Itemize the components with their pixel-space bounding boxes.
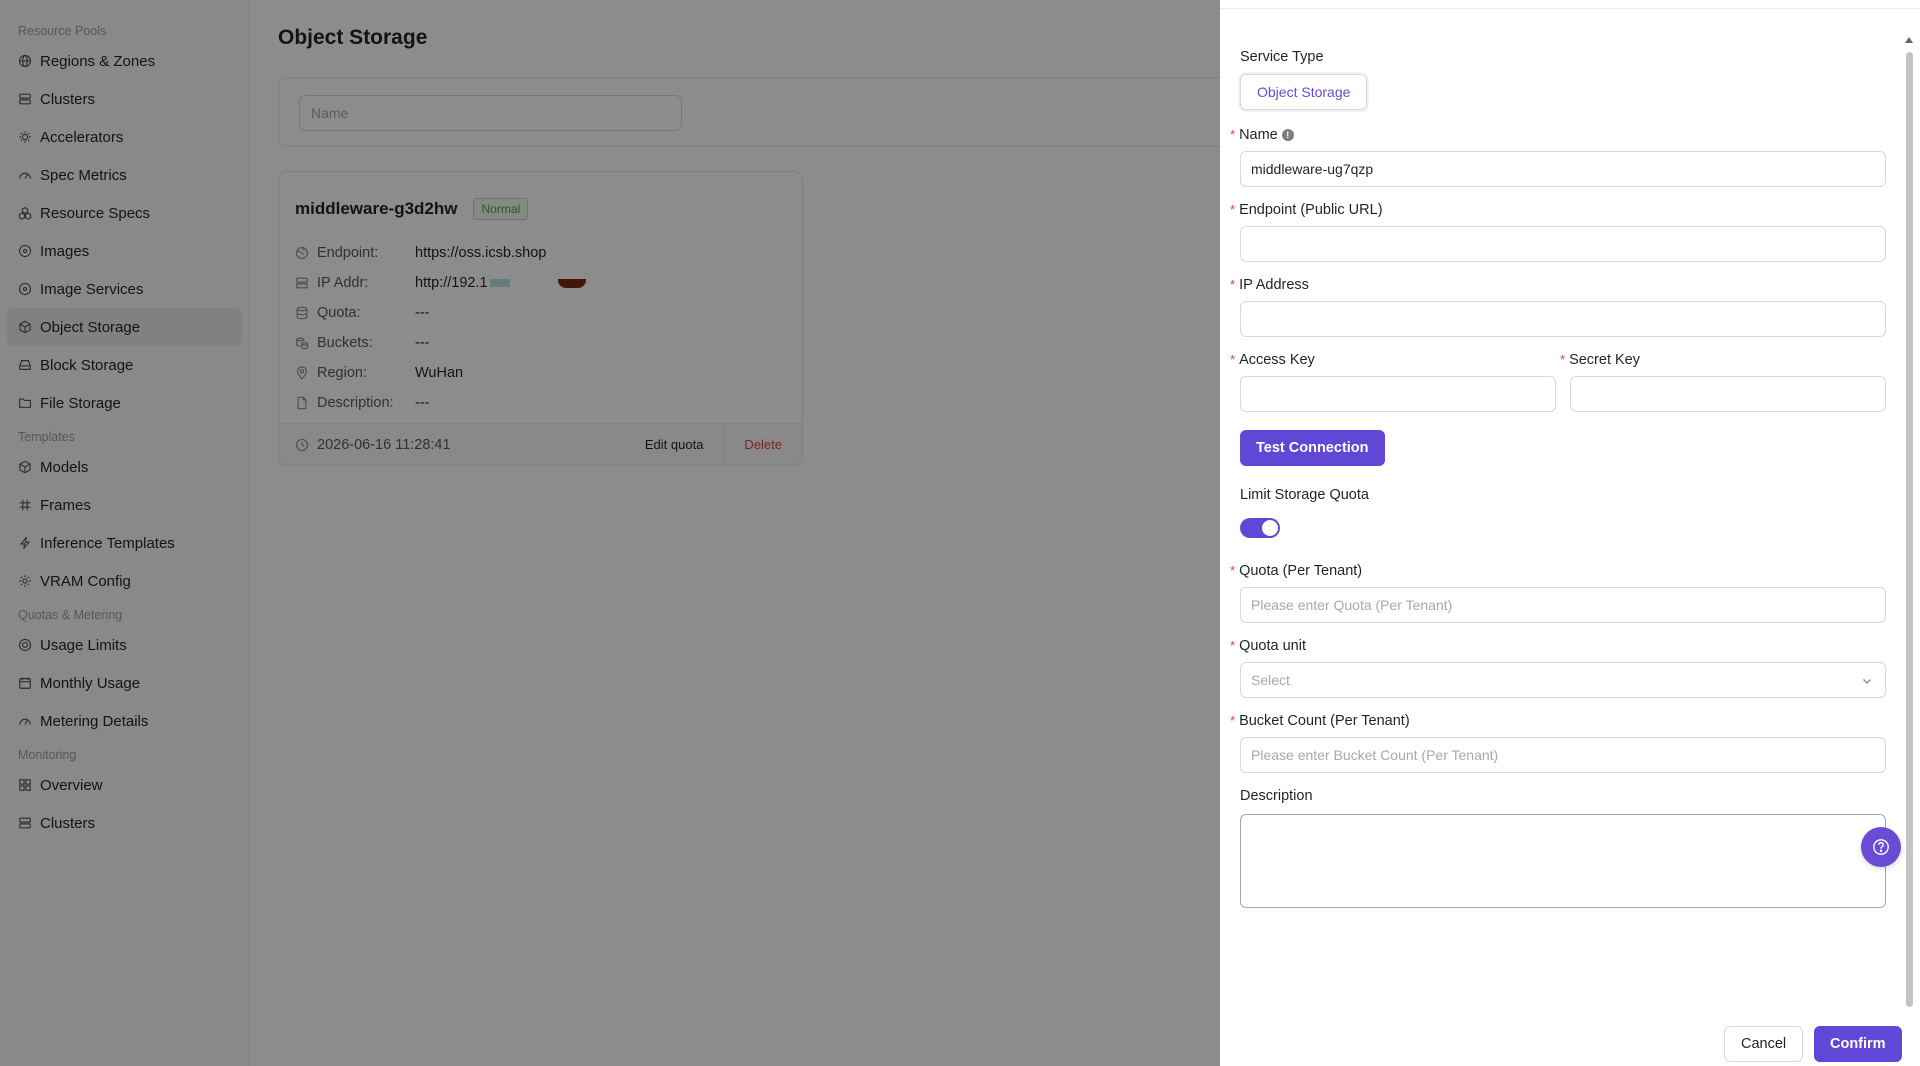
key-row: * Access Key * Secret Key [1230,349,1886,412]
bucket-count-input[interactable] [1240,737,1886,773]
secret-key-group: * Secret Key [1560,349,1886,412]
quota-unit-placeholder: Select [1251,672,1290,688]
description-textarea[interactable] [1240,814,1886,908]
access-key-label: * Access Key [1230,349,1556,371]
ip-address-label-text: IP Address [1239,277,1309,293]
description-label: Description [1240,788,1313,804]
help-button[interactable] [1861,827,1901,867]
name-input[interactable] [1240,151,1886,187]
drawer-scrollbar[interactable] [1905,37,1914,1009]
required-mark: * [1230,277,1236,292]
endpoint-input[interactable] [1240,226,1886,262]
cancel-button[interactable]: Cancel [1724,1026,1804,1062]
secret-key-input[interactable] [1570,376,1886,412]
quota-label-text: Quota (Per Tenant) [1239,563,1363,579]
test-connection-button[interactable]: Test Connection [1240,430,1385,466]
service-type-label: Service Type [1240,49,1324,65]
service-type-object-storage[interactable]: Object Storage [1240,74,1368,110]
access-key-input[interactable] [1240,376,1556,412]
confirm-button[interactable]: Confirm [1814,1026,1902,1062]
required-mark: * [1230,352,1236,367]
ip-address-label: * IP Address [1230,274,1886,296]
drawer-body: Service Type Object Storage *Name! *Endp… [1220,9,1920,1009]
required-mark: * [1230,563,1236,578]
required-mark: * [1560,352,1566,367]
quota-unit-label: * Quota unit [1230,635,1886,657]
quota-input[interactable] [1240,587,1886,623]
bucket-count-label: * Bucket Count (Per Tenant) [1230,710,1886,732]
endpoint-label: * Endpoint (Public URL) [1230,199,1886,221]
required-mark: * [1230,713,1236,728]
ip-address-input[interactable] [1240,301,1886,337]
scroll-thumb[interactable] [1906,52,1913,1007]
required-mark: * [1230,127,1236,142]
quota-label: * Quota (Per Tenant) [1230,560,1886,582]
secret-key-label-text: Secret Key [1569,352,1640,368]
secret-key-label: * Secret Key [1560,349,1886,371]
access-key-label-text: Access Key [1239,352,1315,368]
name-label-text: Name [1239,127,1278,143]
name-label: * Name! [1230,124,1886,146]
quota-unit-label-text: Quota unit [1239,638,1306,654]
storage-form: Service Type Object Storage *Name! *Endp… [1230,46,1901,908]
required-mark: * [1230,638,1236,653]
bucket-count-label-text: Bucket Count (Per Tenant) [1239,713,1410,729]
required-mark: * [1230,202,1236,217]
create-storage-drawer: Service Type Object Storage *Name! *Endp… [1220,0,1920,1066]
toggle-knob [1262,520,1278,536]
info-icon[interactable]: ! [1281,129,1294,141]
scroll-up-arrow[interactable] [1905,37,1913,43]
help-icon [1873,839,1889,855]
endpoint-label-text: Endpoint (Public URL) [1239,202,1383,218]
chevron-down-icon [1863,679,1871,684]
access-key-group: * Access Key [1230,349,1556,412]
drawer-footer: Cancel Confirm [1220,1022,1920,1066]
drawer-mask[interactable] [0,0,1220,1066]
quota-unit-select[interactable]: Select [1240,662,1886,698]
limit-quota-label: Limit Storage Quota [1240,487,1369,503]
limit-quota-toggle[interactable] [1240,518,1280,538]
